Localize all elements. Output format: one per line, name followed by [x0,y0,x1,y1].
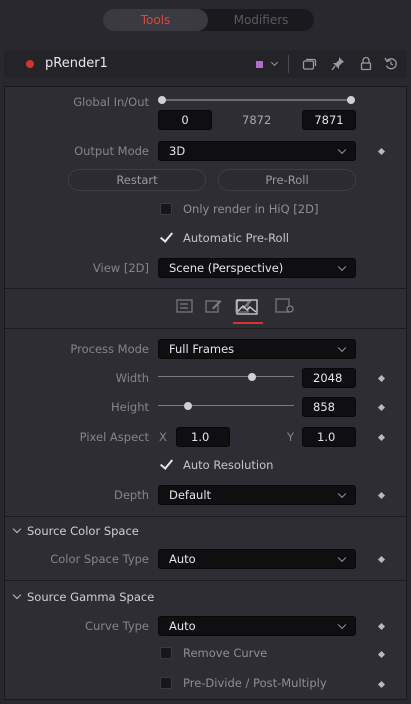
width-field[interactable]: 2048 [302,368,356,388]
settings-icon[interactable] [275,298,295,314]
source-gamma-space-header[interactable]: Source Gamma Space [27,590,154,604]
width-label: Width [115,371,149,385]
view-2d-dropdown[interactable]: Scene (Perspective) [158,258,356,278]
output-mode-label: Output Mode [74,144,149,158]
pre-roll-button[interactable]: Pre-Roll [218,169,356,191]
section-divider [5,516,406,517]
section-divider [5,328,406,329]
color-space-type-value: Auto [169,552,196,566]
pixel-aspect-x-field[interactable]: 1.0 [176,427,230,447]
process-mode-value: Full Frames [169,342,235,356]
curve-type-label: Curve Type [85,619,149,633]
global-range-duration: 7872 [242,113,272,127]
width-slider-track[interactable] [158,376,294,377]
lock-icon[interactable] [360,56,372,71]
image-icon[interactable] [236,299,258,315]
tab-tools[interactable]: Tools [103,9,208,31]
section-divider [5,288,406,289]
hiq-label: Only render in HiQ [2D] [183,202,319,216]
depth-value: Default [169,488,212,502]
remove-curve-checkbox[interactable] [160,647,172,659]
chevron-down-icon [337,489,347,499]
pixel-aspect-y-label: Y [287,430,295,444]
source-color-space-header[interactable]: Source Color Space [27,524,139,538]
auto-preroll-label: Automatic Pre-Roll [183,231,289,245]
output-mode-value: 3D [169,144,186,158]
chevron-down-icon [337,553,347,563]
tool-enable-dot[interactable] [26,60,34,68]
process-mode-label: Process Mode [70,342,149,356]
depth-dropdown[interactable]: Default [158,485,356,505]
height-slider-handle[interactable] [184,402,192,410]
range-end-handle[interactable] [347,96,355,104]
process-mode-dropdown[interactable]: Full Frames [158,339,356,359]
auto-resolution-label: Auto Resolution [183,458,274,472]
pixel-aspect-x-label: X [159,430,167,444]
color-swatch[interactable] [256,61,263,68]
pixel-aspect-y-field[interactable]: 1.0 [302,427,356,447]
curve-type-value: Auto [169,619,196,633]
predivide-label: Pre-Divide / Post-Multiply [183,676,327,690]
versions-icon[interactable] [302,57,317,71]
remove-curve-label: Remove Curve [183,646,268,660]
curve-type-dropdown[interactable]: Auto [158,616,356,636]
chevron-down-icon [337,620,347,630]
width-slider-handle[interactable] [248,373,256,381]
pixel-aspect-label: Pixel Aspect [79,430,149,444]
global-in-out-label: Global In/Out [73,95,149,109]
range-start-handle[interactable] [158,96,166,104]
global-out-field[interactable]: 7871 [302,110,356,130]
header-divider [288,55,289,73]
height-slider-track[interactable] [158,405,294,406]
view-2d-value: Scene (Perspective) [169,261,284,275]
pin-icon[interactable] [331,56,345,71]
view-2d-label: View [2D] [92,261,149,275]
output-mode-dropdown[interactable]: 3D [158,141,356,161]
tool-name: pRender1 [45,56,108,71]
color-space-type-label: Color Space Type [50,552,149,566]
height-field[interactable]: 858 [302,397,356,417]
auto-resolution-checkbox[interactable] [160,458,172,470]
reset-icon[interactable] [384,56,398,71]
section-divider [5,580,406,581]
chevron-down-icon [337,262,347,272]
global-range-track[interactable] [162,99,352,101]
tab-modifiers[interactable]: Modifiers [208,9,314,31]
chevron-down-icon [337,145,347,155]
auto-preroll-checkbox[interactable] [160,231,172,243]
brush-icon[interactable] [205,298,223,314]
global-in-field[interactable]: 0 [158,110,212,130]
controls-icon[interactable] [176,299,193,313]
depth-label: Depth [113,488,149,502]
color-space-type-dropdown[interactable]: Auto [158,549,356,569]
hiq-checkbox[interactable] [160,203,172,215]
chevron-down-icon [337,343,347,353]
predivide-checkbox[interactable] [160,677,172,689]
height-label: Height [110,400,149,414]
active-tab-underline [233,322,263,324]
restart-button[interactable]: Restart [68,169,206,191]
